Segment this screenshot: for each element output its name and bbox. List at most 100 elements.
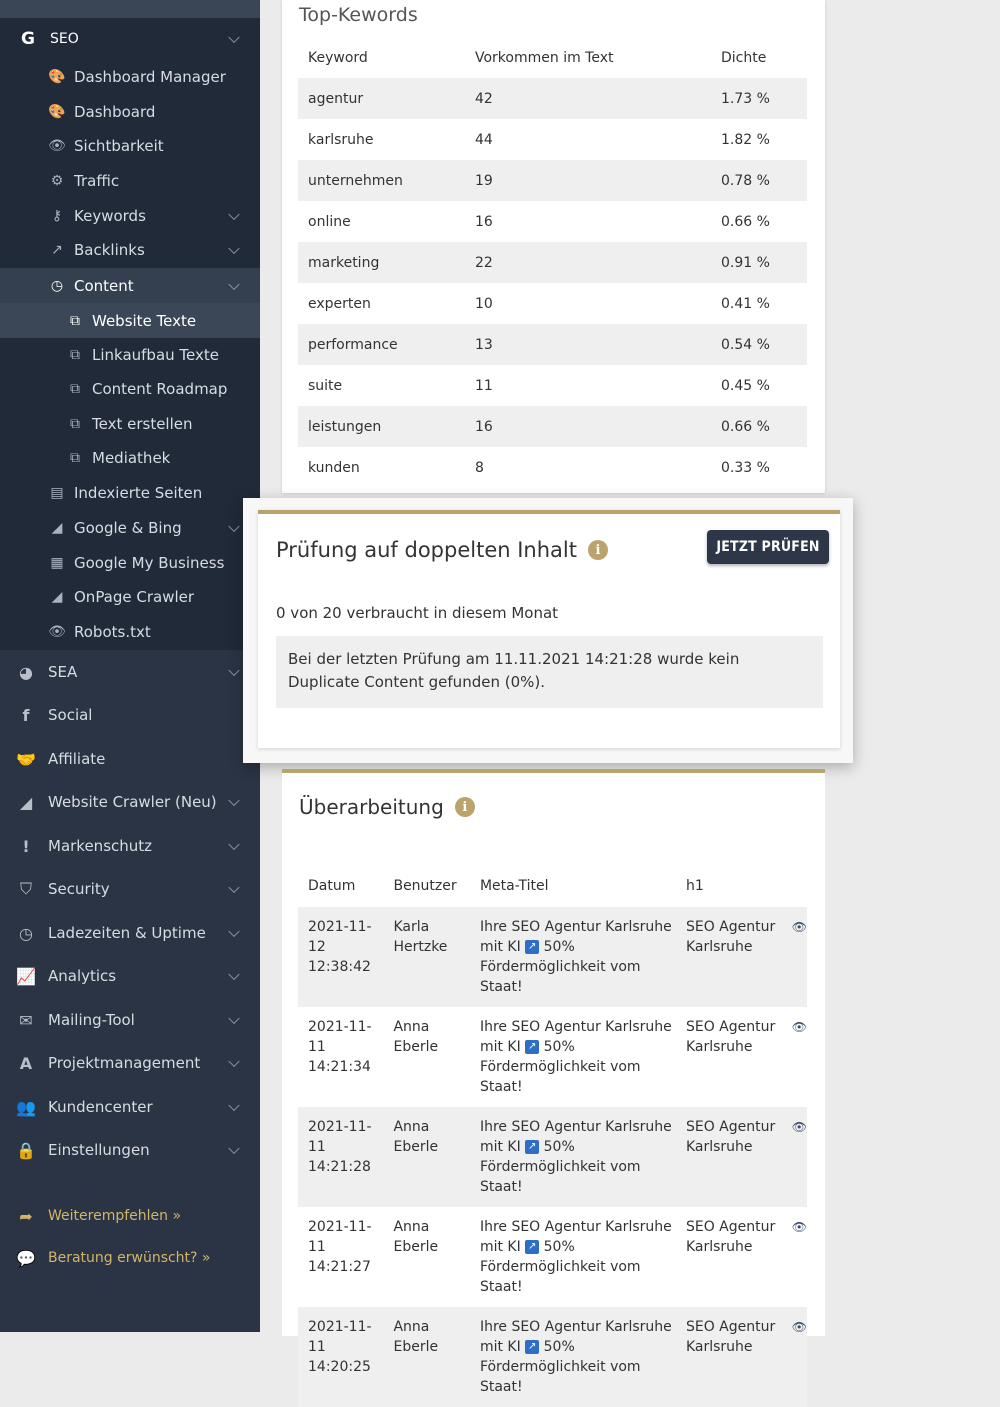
sidebar-item-linkaufbau-texte[interactable]: ⧉ Linkaufbau Texte	[0, 338, 260, 372]
revision-action-cell: 👁	[781, 1107, 807, 1207]
sidebar-item-einstellungen[interactable]: 🔒 Einstellungen	[0, 1129, 260, 1171]
sidebar-item-indexierte-seiten[interactable]: ▤ Indexierte Seiten	[0, 476, 260, 510]
eye-icon[interactable]: 👁	[792, 920, 807, 934]
check-now-button[interactable]: JETZT PRÜFEN	[707, 530, 829, 564]
eye-icon[interactable]: 👁	[792, 1020, 807, 1034]
user-first: Anna	[393, 1219, 430, 1235]
revision-meta-cell: Ihre SEO Agentur Karlsruhe mit KI ↗ 50% Fö…	[469, 907, 676, 1007]
keyword-density-cell: 0.78 %	[711, 160, 807, 201]
sidebar-item-sichtbarkeit[interactable]: 👁 Sichtbarkeit	[0, 129, 260, 163]
eye-icon[interactable]: 👁	[792, 1220, 807, 1234]
meta-line: mit KI	[479, 1139, 521, 1155]
revision-h1-cell: SEO Agentur Karlsruhe	[676, 1007, 782, 1107]
sidebar-item-affiliate[interactable]: 🤝 Affiliate	[0, 738, 260, 780]
sidebar-item-label: Analytics	[48, 967, 117, 985]
keyword-density-cell: 0.66 %	[711, 406, 807, 447]
user-last: Eberle	[393, 1239, 439, 1255]
sidebar-item-dashboard-manager[interactable]: 🎨 Dashboard Manager	[0, 60, 260, 94]
sidebar-item-label: Ladezeiten & Uptime	[48, 924, 206, 942]
sidebar-item-markenschutz[interactable]: ! Markenschutz	[0, 825, 260, 867]
sidebar-item-analytics[interactable]: 📈 Analytics	[0, 955, 260, 997]
sidebar-item-label: Google & Bing	[74, 519, 182, 537]
meta-line: 50%	[543, 1239, 575, 1255]
keyword-density-cell: 1.82 %	[721, 131, 770, 148]
user-last: Hertzke	[393, 939, 448, 955]
sidebar-item-mediathek[interactable]: ⧉ Mediathek	[0, 441, 260, 475]
sidebar-item-traffic[interactable]: ⚙ Traffic	[0, 164, 260, 198]
meta-line: Fördermöglichkeit vom	[479, 1359, 641, 1375]
sidebar-item-website-texte[interactable]: ⧉ Website Texte	[0, 303, 260, 338]
chevron-down-icon	[228, 1099, 240, 1112]
eye-icon[interactable]: 👁	[792, 1120, 807, 1134]
eye-icon: 👁	[48, 138, 66, 154]
sidebar-item-label: SEO	[50, 31, 79, 47]
sidebar-item-content[interactable]: ◷ Content	[0, 268, 260, 303]
chevron-down-icon	[228, 242, 240, 255]
sidebar-link-beratung[interactable]: 💬 Beratung erwünscht? »	[0, 1238, 260, 1278]
sidebar-item-google-bing[interactable]: ◢ Google & Bing	[0, 511, 260, 545]
chevron-down-icon	[228, 794, 240, 807]
col-h1: h1	[685, 878, 704, 894]
sidebar-item-label: Markenschutz	[48, 837, 153, 855]
sidebar-item-projektmanagement[interactable]: A Projektmanagement	[0, 1042, 260, 1084]
chevron-down-icon	[228, 1055, 240, 1068]
h1-line: SEO Agentur	[685, 1019, 776, 1035]
sidebar-item-content-roadmap[interactable]: ⧉ Content Roadmap	[0, 372, 260, 406]
keyword-count-cell: 8	[475, 459, 484, 476]
keyword-count-cell: 19	[465, 160, 711, 201]
revision-meta-cell: Ihre SEO Agentur Karlsruhe mit KI ↗ 50% Fö…	[469, 1107, 676, 1207]
meta-line: 50%	[543, 1039, 575, 1055]
keyword-density-cell: 0.41 %	[721, 295, 770, 312]
time: 14:20:25	[308, 1359, 371, 1375]
sidebar-item-ladezeiten-uptime[interactable]: ◷ Ladezeiten & Uptime	[0, 912, 260, 954]
info-icon[interactable]: i	[454, 797, 475, 817]
revision-h1-cell: SEO Agentur Karlsruhe	[675, 1107, 782, 1207]
sidebar-item-label: Social	[48, 706, 93, 724]
h1-line: SEO Agentur	[685, 1219, 776, 1235]
top-keywords-title: Top-Kewords	[299, 4, 418, 26]
keyword-keyword-cell: agentur	[298, 78, 465, 119]
sidebar-link-weiterempfehlen[interactable]: ➦ Weiterempfehlen »	[0, 1196, 260, 1236]
revision-h1-cell: SEO Agentur Karlsruhe	[675, 1307, 782, 1407]
sidebar-item-label: Traffic	[74, 172, 120, 190]
sidebar-item-social[interactable]: f Social	[0, 694, 260, 736]
date: 2021-11-11	[308, 1219, 372, 1255]
revision-action-cell: 👁	[782, 1207, 807, 1307]
sidebar-item-google-my-business[interactable]: ▦ Google My Business	[0, 546, 260, 580]
keyword-keyword-cell: leistungen	[298, 406, 465, 447]
keyword-keyword-cell: online	[308, 213, 351, 230]
handshake-icon: 🤝	[16, 749, 36, 769]
sidebar-item-label: Linkaufbau Texte	[92, 346, 219, 364]
info-icon[interactable]: i	[587, 540, 608, 560]
sidebar-item-label: Text erstellen	[92, 415, 193, 433]
meta-line: Staat!	[479, 1279, 523, 1295]
time: 14:21:34	[308, 1059, 371, 1075]
meta-line: Fördermöglichkeit vom	[479, 1159, 641, 1175]
revision-action-cell: 👁	[782, 1007, 807, 1107]
sidebar-item-kundencenter[interactable]: 👥 Kundencenter	[0, 1086, 260, 1128]
meta-line: Fördermöglichkeit vom	[479, 959, 641, 975]
keyword-keyword-cell: unternehmen	[298, 160, 465, 201]
keyword-keyword-cell: performance	[298, 324, 465, 365]
sidebar-item-security[interactable]: ⛉ Security	[0, 868, 260, 910]
sidebar-item-seo[interactable]: G SEO	[0, 20, 260, 58]
sidebar-item-label: Security	[48, 880, 110, 898]
sidebar-item-mailing-tool[interactable]: ✉ Mailing-Tool	[0, 999, 260, 1041]
sidebar-item-keywords[interactable]: ⚷ Keywords	[0, 199, 260, 233]
sidebar-item-onpage-crawler[interactable]: ◢ OnPage Crawler	[0, 580, 260, 614]
sidebar-item-backlinks[interactable]: ↗ Backlinks	[0, 233, 260, 267]
date: 2021-11-11	[308, 1019, 372, 1055]
sidebar-item-label: Keywords	[74, 207, 146, 225]
sidebar-item-text-erstellen[interactable]: ⧉ Text erstellen	[0, 407, 260, 441]
top-keywords-table: Keyword Vorkommen im Text Dichte agentur…	[298, 38, 807, 488]
date: 2021-11-11	[308, 1319, 372, 1355]
sidebar-item-sea[interactable]: ◕ SEA	[0, 651, 260, 693]
sidebar-item-dashboard[interactable]: 🎨 Dashboard	[0, 95, 260, 129]
sidebar-item-label: Content	[74, 276, 134, 295]
sidebar-item-robots-txt[interactable]: 👁 Robots.txt	[0, 615, 260, 649]
envelope-icon: ✉	[19, 1010, 33, 1030]
keyword-keyword-cell: marketing	[298, 242, 465, 283]
sidebar-item-website-crawler[interactable]: ◢ Website Crawler (Neu)	[0, 781, 260, 823]
clock-icon: ◷	[50, 277, 64, 294]
meta-line: Staat!	[479, 1379, 523, 1395]
